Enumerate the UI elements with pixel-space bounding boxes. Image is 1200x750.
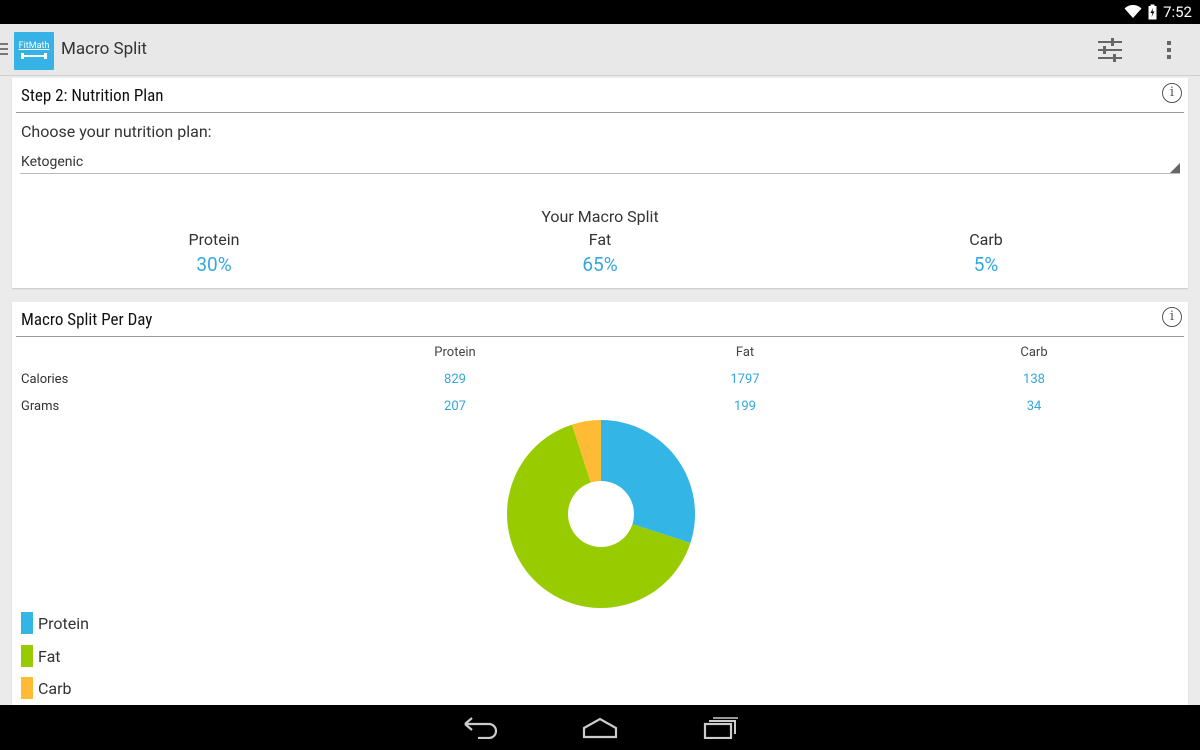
divider <box>16 336 1184 337</box>
split-protein: Protein 30% <box>64 230 364 276</box>
split-value: 65% <box>582 253 618 276</box>
table-cell: 34 <box>1026 399 1042 414</box>
drawer-icon[interactable] <box>0 43 8 57</box>
donut-hole <box>568 481 634 547</box>
nutrition-plan-card: Step 2: Nutrition Plan i Choose your nut… <box>12 78 1188 288</box>
dumbbell-icon <box>21 53 47 59</box>
legend-swatch <box>21 645 33 667</box>
divider <box>16 112 1184 113</box>
split-value: 30% <box>196 253 232 276</box>
recents-icon[interactable] <box>703 717 739 739</box>
split-carb: Carb 5% <box>836 230 1136 276</box>
sliders-icon[interactable] <box>1097 38 1123 62</box>
nutrition-plan-value: Ketogenic <box>21 154 84 170</box>
column-header-carb: Carb <box>1020 345 1048 360</box>
legend-swatch <box>21 677 33 699</box>
app-logo[interactable]: FitMath <box>14 32 54 70</box>
legend-item-protein: Protein <box>21 612 89 634</box>
macro-pie-chart[interactable] <box>506 419 696 609</box>
home-icon[interactable] <box>582 717 618 739</box>
legend-swatch <box>21 612 33 634</box>
column-header-fat: Fat <box>735 345 755 360</box>
back-icon[interactable] <box>462 717 498 739</box>
spinner-arrow-icon <box>1170 163 1180 173</box>
overflow-menu-icon[interactable] <box>1166 40 1172 60</box>
battery-icon <box>1148 4 1157 20</box>
nutrition-plan-title: Step 2: Nutrition Plan <box>21 86 164 106</box>
macro-split-heading: Your Macro Split <box>541 207 659 226</box>
pie-svg <box>507 420 695 608</box>
split-fat: Fat 65% <box>450 230 750 276</box>
split-label: Carb <box>969 230 1003 249</box>
legend-label: Protein <box>38 613 89 633</box>
status-time: 7:52 <box>1163 3 1192 21</box>
nutrition-plan-spinner[interactable]: Ketogenic <box>20 152 1180 174</box>
per-day-title: Macro Split Per Day <box>21 310 153 330</box>
table-cell: 829 <box>444 372 466 387</box>
app-logo-text: FitMath <box>18 41 50 51</box>
wifi-icon <box>1124 5 1142 18</box>
table-cell: 199 <box>734 399 756 414</box>
status-bar: 7:52 <box>0 0 1200 24</box>
split-label: Protein <box>188 230 240 249</box>
navigation-bar <box>0 705 1200 750</box>
status-icons: 7:52 <box>1124 0 1192 24</box>
legend-item-carb: Carb <box>21 677 72 699</box>
plan-prompt: Choose your nutrition plan: <box>21 122 212 141</box>
app-title: Macro Split <box>61 39 147 59</box>
legend-label: Carb <box>38 678 72 698</box>
table-cell: 138 <box>1023 372 1045 387</box>
row-label-grams: Grams <box>21 399 60 414</box>
legend-label: Fat <box>38 646 61 666</box>
row-label-calories: Calories <box>21 372 69 387</box>
split-value: 5% <box>973 253 999 276</box>
split-label: Fat <box>588 230 612 249</box>
legend-item-fat: Fat <box>21 645 61 667</box>
table-cell: 207 <box>444 399 466 414</box>
column-header-protein: Protein <box>434 345 476 360</box>
per-day-card: Macro Split Per Day i Protein Fat Carb C… <box>12 302 1188 706</box>
action-bar: FitMath Macro Split <box>0 24 1200 76</box>
info-icon[interactable]: i <box>1162 307 1182 327</box>
table-cell: 1797 <box>730 372 760 387</box>
info-icon[interactable]: i <box>1162 83 1182 103</box>
